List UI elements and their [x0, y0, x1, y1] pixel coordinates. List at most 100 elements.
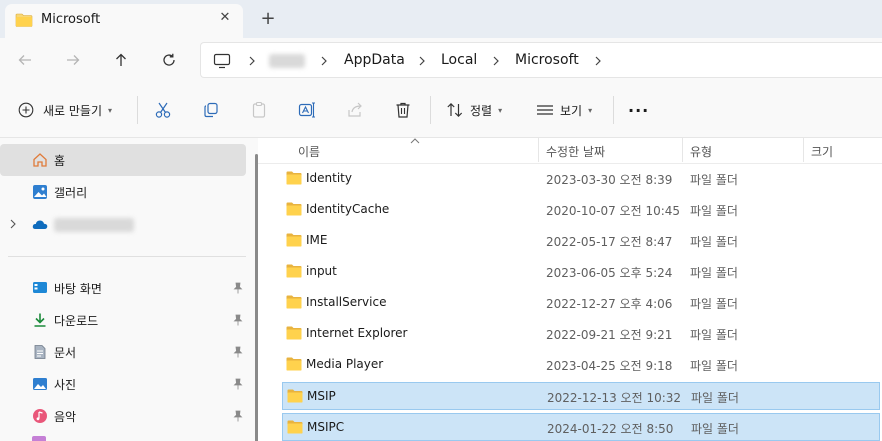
sort-icon [447, 102, 463, 118]
file-type: 파일 폴더 [690, 359, 738, 373]
sidebar-item-label: 홈 [54, 154, 66, 168]
crumb-local[interactable]: Local [441, 52, 477, 68]
copy-button[interactable] [202, 96, 220, 124]
table-row[interactable]: InstallService 2022-12-27 오후 4:06 파일 폴더 [282, 289, 880, 317]
crumb-appdata[interactable]: AppData [344, 52, 405, 68]
desktop-icon [33, 282, 47, 293]
folder-icon [287, 420, 303, 434]
close-tab-icon[interactable]: ✕ [217, 10, 233, 26]
sidebar-item-pictures[interactable]: 사진 [0, 368, 246, 400]
file-type: 파일 폴더 [690, 235, 738, 249]
folder-icon [286, 357, 302, 371]
pin-icon[interactable] [232, 410, 244, 422]
folder-icon [286, 295, 302, 309]
more-options-button[interactable]: ··· [628, 96, 649, 124]
cut-button[interactable] [154, 96, 172, 124]
tab-title: Microsoft [41, 12, 101, 27]
new-tab-button[interactable]: + [258, 10, 278, 30]
pin-icon[interactable] [232, 346, 244, 358]
up-icon[interactable] [108, 47, 134, 73]
sidebar-item-desktop[interactable]: 바탕 화면 [0, 272, 246, 304]
file-type: 파일 폴더 [690, 297, 738, 311]
chevron-right-icon[interactable] [593, 55, 603, 67]
crumb-microsoft[interactable]: Microsoft [515, 52, 579, 68]
view-button[interactable]: 보기 ▾ [536, 96, 592, 124]
table-row[interactable]: Media Player 2023-04-25 오전 9:18 파일 폴더 [282, 351, 880, 379]
chevron-down-icon: ▾ [108, 105, 113, 115]
column-name[interactable]: 이름 [298, 143, 320, 160]
chevron-right-icon [493, 56, 499, 66]
sidebar-item-onedrive[interactable] [0, 208, 246, 240]
pictures-icon [33, 378, 47, 390]
address-bar[interactable]: AppData Local Microsoft [200, 42, 882, 78]
column-size[interactable]: 크기 [811, 143, 833, 160]
folder-icon [287, 389, 303, 403]
column-modified[interactable]: 수정한 날짜 [546, 143, 605, 160]
back-icon[interactable] [12, 47, 38, 73]
chevron-right-icon[interactable] [8, 218, 18, 230]
trash-icon [396, 102, 410, 118]
sort-button[interactable]: 정렬 ▾ [446, 96, 502, 124]
column-divider[interactable] [682, 138, 683, 162]
tab-microsoft[interactable]: Microsoft ✕ [5, 4, 243, 38]
computer-icon [213, 53, 231, 69]
table-row[interactable]: IME 2022-05-17 오전 8:47 파일 폴더 [282, 227, 880, 255]
sidebar-item-gallery[interactable]: 갤러리 [0, 176, 246, 208]
pin-icon[interactable] [232, 314, 244, 326]
rename-icon [298, 102, 315, 118]
share-button[interactable] [346, 96, 364, 124]
sidebar-item-label: 문서 [54, 346, 77, 360]
sidebar-item-documents[interactable]: 문서 [0, 336, 246, 368]
folder-icon [286, 233, 302, 247]
table-row[interactable]: IdentityCache 2020-10-07 오전 10:45 파일 폴더 [282, 196, 880, 224]
new-label: 새로 만들기 [43, 103, 103, 118]
gallery-icon [33, 185, 47, 199]
divider [613, 96, 614, 124]
file-name: IME [306, 233, 328, 247]
table-row[interactable]: Internet Explorer 2022-09-21 오전 9:21 파일 폴더 [282, 320, 880, 348]
onedrive-cloud-icon [32, 220, 48, 229]
paste-button[interactable] [250, 96, 268, 124]
file-name: Media Player [306, 357, 384, 371]
file-type: 파일 폴더 [690, 173, 738, 187]
sidebar-item-label: 음악 [54, 410, 77, 424]
table-row[interactable]: MSIPC 2024-01-22 오전 8:50 파일 폴더 [282, 413, 880, 441]
file-modified: 2023-04-25 오전 9:18 [546, 359, 673, 373]
table-row[interactable]: MSIP 2022-12-13 오전 10:32 파일 폴더 [282, 382, 880, 410]
file-modified: 2023-06-05 오후 5:24 [546, 266, 673, 280]
column-type[interactable]: 유형 [690, 143, 712, 160]
sidebar-item-music[interactable]: 음악 [0, 400, 246, 432]
file-name: IdentityCache [306, 202, 390, 216]
pin-icon[interactable] [232, 378, 244, 390]
music-icon [33, 409, 47, 423]
refresh-icon[interactable] [156, 47, 182, 73]
table-row[interactable]: Identity 2023-03-30 오전 8:39 파일 폴더 [282, 165, 880, 193]
chevron-right-icon [321, 56, 327, 66]
file-type: 파일 폴더 [690, 204, 738, 218]
new-button[interactable]: 새로 만들기 ▾ [18, 96, 112, 124]
file-modified: 2024-01-22 오전 8:50 [547, 422, 674, 436]
file-name: MSIPC [307, 420, 345, 434]
sort-label: 정렬 [470, 103, 493, 118]
sidebar-item-home[interactable]: 홈 [0, 144, 246, 176]
column-divider[interactable] [803, 138, 804, 162]
rename-button[interactable] [298, 96, 316, 124]
sort-ascending-icon [410, 138, 420, 144]
pin-icon[interactable] [232, 282, 244, 294]
user-crumb-blurred[interactable] [269, 54, 305, 68]
navigation-pane: 홈 갤러리 바탕 화면 다운로드 문서 사진 음악 [0, 138, 258, 441]
file-modified: 2023-03-30 오전 8:39 [546, 173, 673, 187]
scissors-icon [155, 102, 171, 118]
tab-strip: Microsoft ✕ + [0, 0, 882, 38]
table-row[interactable]: input 2023-06-05 오후 5:24 파일 폴더 [282, 258, 880, 286]
file-name: InstallService [306, 295, 387, 309]
sidebar-item-label: 바탕 화면 [54, 282, 102, 296]
file-type: 파일 폴더 [691, 422, 739, 436]
folder-icon [286, 264, 302, 278]
file-modified: 2022-09-21 오전 9:21 [546, 328, 673, 342]
delete-button[interactable] [394, 96, 412, 124]
sidebar-item-downloads[interactable]: 다운로드 [0, 304, 246, 336]
column-divider[interactable] [538, 138, 539, 162]
forward-icon[interactable] [60, 47, 86, 73]
chevron-right-icon [249, 56, 255, 66]
